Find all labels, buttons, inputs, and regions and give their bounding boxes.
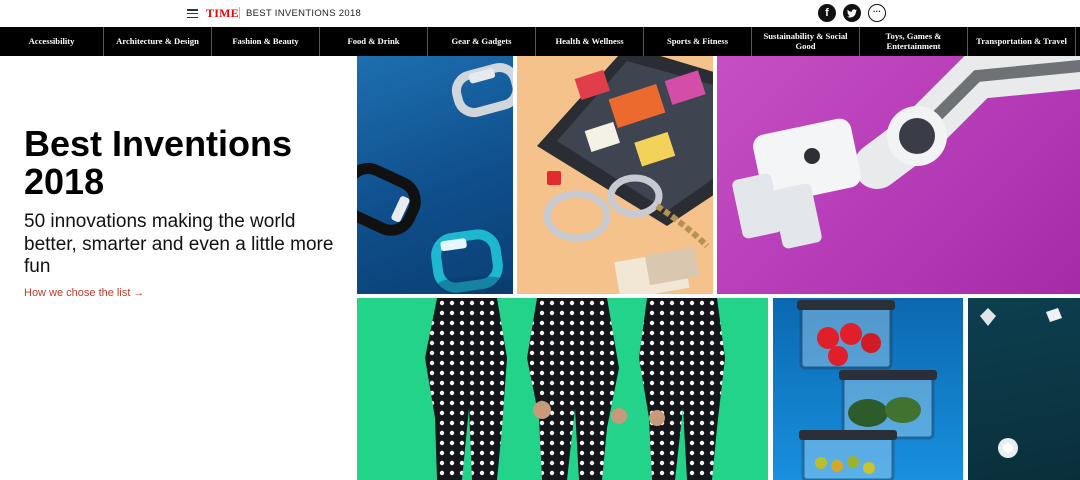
hamburger-menu-icon[interactable] xyxy=(187,9,198,19)
section-title[interactable]: BEST INVENTIONS 2018 xyxy=(246,8,361,19)
nav-item-architecture-design[interactable]: Architecture & Design xyxy=(104,27,212,56)
nav-item-fashion-beauty[interactable]: Fashion & Beauty xyxy=(212,27,320,56)
time-logo[interactable]: TIME xyxy=(206,6,239,21)
nav-item-toys-games[interactable]: Toys, Games & Entertainment xyxy=(860,27,968,56)
methodology-link[interactable]: How we chose the list → xyxy=(24,287,144,299)
nav-item-food-drink[interactable]: Food & Drink xyxy=(320,27,428,56)
board-game-image[interactable] xyxy=(517,56,713,294)
fitness-trackers-image[interactable] xyxy=(357,56,513,294)
brand-divider xyxy=(239,7,240,19)
page-title: Best Inventions 2018 xyxy=(24,123,293,202)
nav-item-accessibility[interactable]: Accessibility xyxy=(0,27,104,56)
nav-item-sports-fitness[interactable]: Sports & Fitness xyxy=(644,27,752,56)
more-share-button[interactable]: ··· xyxy=(868,4,886,22)
nav-item-health-wellness[interactable]: Health & Wellness xyxy=(536,27,644,56)
diamonds-image[interactable] xyxy=(968,298,1080,480)
nav-item-sustainability[interactable]: Sustainability & Social Good xyxy=(752,27,860,56)
polka-dot-bodysuit-image[interactable] xyxy=(357,298,768,480)
nav-item-transportation[interactable]: Transportation & Travel xyxy=(968,27,1076,56)
category-nav: Accessibility Architecture & Design Fash… xyxy=(0,27,1080,56)
twitter-icon xyxy=(847,8,857,17)
page-subtitle: 50 innovations making the world better, … xyxy=(24,211,334,277)
robot-arm-image[interactable] xyxy=(717,56,1080,294)
food-containers-image[interactable] xyxy=(773,298,963,480)
facebook-share-button[interactable]: f xyxy=(818,4,836,22)
facebook-icon: f xyxy=(825,6,829,19)
nav-item-gear-gadgets[interactable]: Gear & Gadgets xyxy=(428,27,536,56)
more-icon: ··· xyxy=(873,6,881,16)
twitter-share-button[interactable] xyxy=(843,4,861,22)
top-header: TIME BEST INVENTIONS 2018 f ··· xyxy=(0,0,1080,27)
